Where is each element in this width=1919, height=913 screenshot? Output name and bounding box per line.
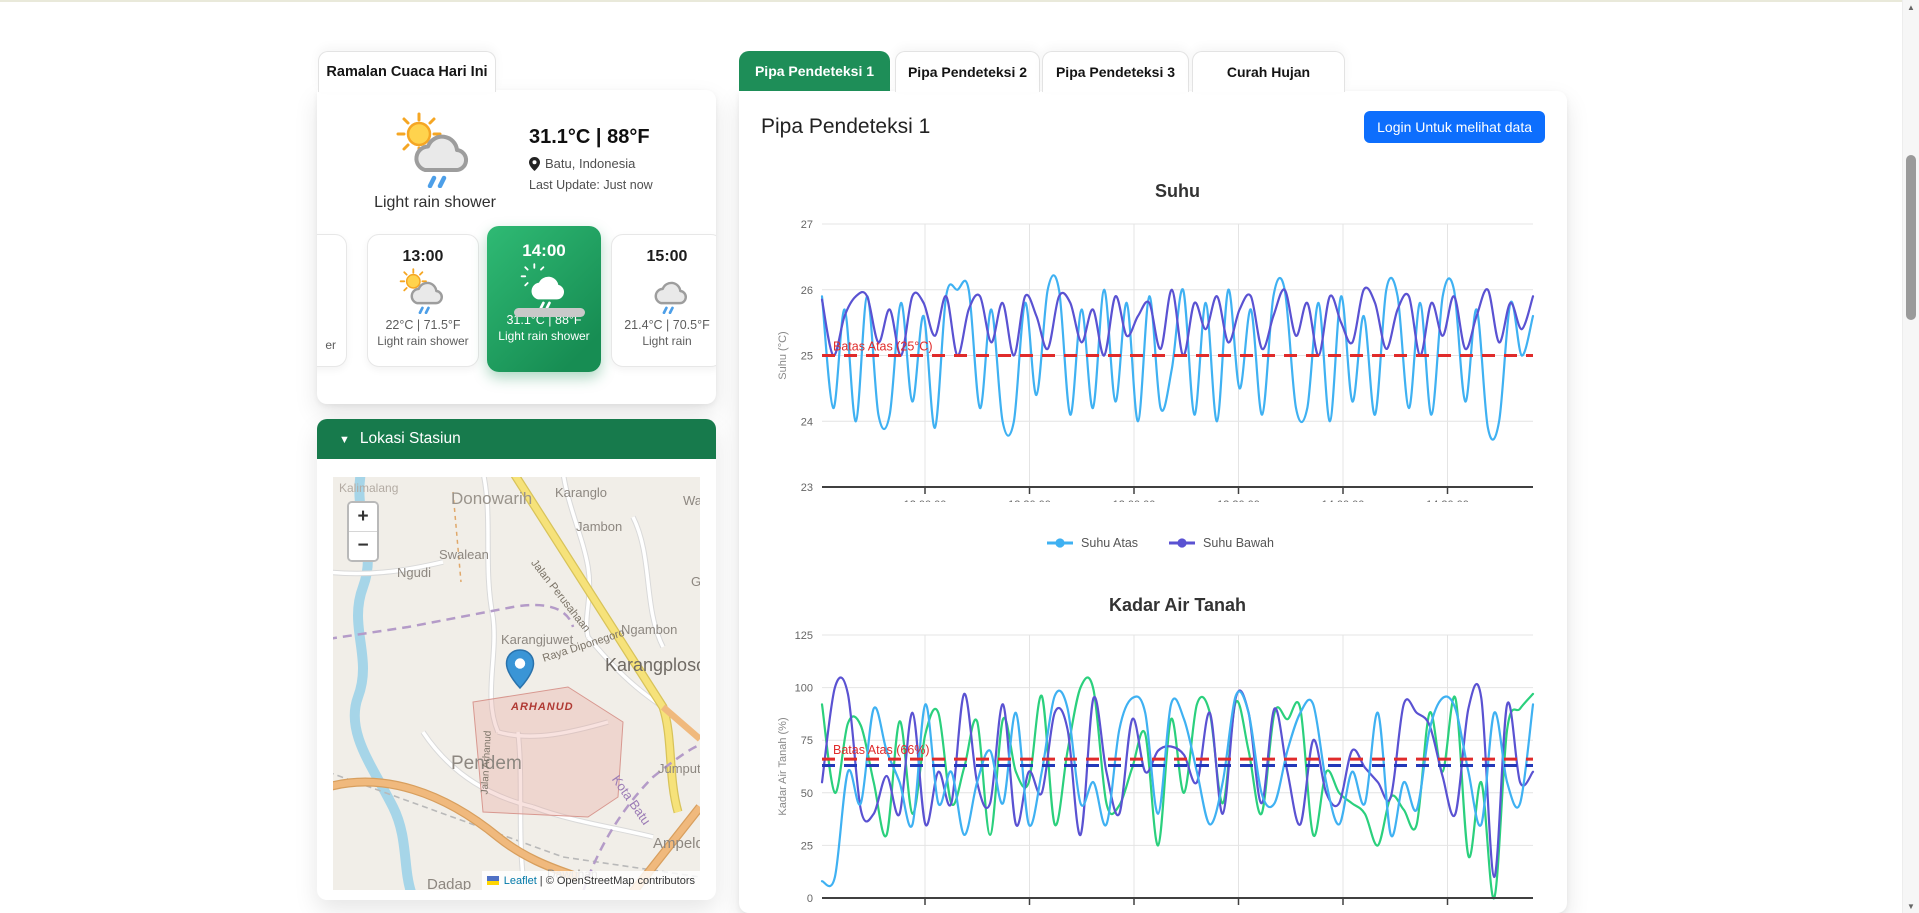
y-tick-label: 25 [801,840,813,852]
hourly-forecast-carousel[interactable]: er 13:00 [317,226,716,376]
last-update: Last Update: Just now [529,178,716,192]
tab-curah-hujan[interactable]: Curah Hujan [1192,51,1345,92]
map-marker[interactable] [505,649,535,689]
weather-card: Light rain shower 31.1°C | 88°F Batu, In… [317,90,716,404]
map-place-label: Kalimalang [339,481,398,495]
hour-card-13[interactable]: 13:00 22°C | 7 [367,234,479,367]
x-tick-label: 12:00:00 [904,499,947,502]
current-location: Batu, Indonesia [545,156,635,171]
hour-card-15[interactable]: 15:00 21.4°C | 70.5°F Light rain [611,234,716,367]
osm-link[interactable]: OpenStreetMap contributors [557,875,695,887]
y-tick-label: 0 [807,893,813,905]
x-tick-label: 13:00:00 [1113,499,1156,502]
login-button[interactable]: Login Untuk melihat data [1364,111,1545,143]
chevron-down-icon: ▼ [339,434,350,446]
hour-card-partial[interactable]: er [317,234,347,367]
y-tick-label: 50 [801,788,813,800]
current-condition: Light rain shower [317,194,553,212]
carousel-scrollbar[interactable] [514,308,585,317]
map-place-label: Karanglo [555,485,607,500]
map-zoom-control: + − [347,501,379,562]
legend-marker-icon [1168,537,1196,549]
threshold-label: Batas Atas (25°C) [833,340,933,354]
hour-time: 13:00 [368,248,478,266]
y-tick-label: 100 [795,683,813,695]
scrollbar-thumb[interactable] [1906,155,1916,320]
leaflet-link[interactable]: Leaflet [504,875,537,887]
hour-temp: 21.4°C | 70.5°F [612,318,716,332]
map-attribution: Leaflet | © OpenStreetMap contributors [482,871,700,890]
hour-condition: Light rain [612,334,716,348]
station-panel-title: Lokasi Stasiun [360,430,461,448]
attribution-separator: | © [540,875,554,887]
rain-shower-icon-white [487,263,601,311]
map-place-label: Ger [691,574,700,589]
y-tick-label: 75 [801,735,813,747]
legend-marker-icon [1046,537,1074,549]
x-tick-label: 13:30:00 [1217,499,1260,502]
tab-pipa-pendeteksi-3[interactable]: Pipa Pendeteksi 3 [1042,51,1189,92]
rain-shower-icon [368,268,478,316]
suhu-chart-legend: Suhu Atas Suhu Bawah [760,536,1560,550]
hour-condition: Light rain shower [487,329,601,343]
chart-line [822,275,1533,439]
rain-shower-icon [393,112,477,188]
current-weather: Light rain shower 31.1°C | 88°F Batu, In… [317,102,716,227]
ukraine-flag-icon [487,876,499,885]
map-place-label: ARHANUD [511,701,574,713]
y-tick-label: 125 [795,630,813,642]
y-tick-label: 23 [801,482,813,494]
zoom-out-button[interactable]: − [349,532,377,560]
tab-pipa-pendeteksi-2[interactable]: Pipa Pendeteksi 2 [895,51,1040,92]
y-axis-title: Kadar Air Tanah (%) [777,717,789,815]
hour-time: 14:00 [487,241,601,261]
current-temperature: 31.1°C | 88°F [529,126,709,149]
map-place-label: Karangploso [605,655,700,676]
y-tick-label: 24 [801,416,813,428]
tab-ramalan-cuaca[interactable]: Ramalan Cuaca Hari Ini [318,51,496,92]
x-tick-label: 14:30:00 [1426,499,1469,502]
map-place-label: Jumput [658,761,700,776]
chart-line [822,677,1533,877]
station-panel: ▼ Lokasi Stasiun [317,419,716,900]
dashboard-page: Ramalan Cuaca Hari Ini [0,0,1919,913]
map-place-label: Ngambon [621,622,677,637]
threshold-label: Batas Atas (66%) [833,743,930,757]
y-tick-label: 27 [801,219,813,231]
map-place-label: Karangjuwet [501,632,573,647]
map-place-label: Ngudi [397,565,431,580]
page-top-divider [0,0,1919,2]
station-panel-header[interactable]: ▼ Lokasi Stasiun [317,419,716,459]
location-pin-icon [529,157,540,171]
y-tick-label: 25 [801,351,813,363]
x-tick-label: 12:30:00 [1008,499,1051,502]
map-place-label: Ampeldent [653,835,700,852]
map-place-label: Swalean [439,547,489,562]
kadar-air-chart: 0 25 50 75 100 125 Batas Atas (66%) Kadar Air T… [760,583,1560,913]
map-place-label: Donowarih [451,489,532,509]
hour-time: 15:00 [612,248,716,266]
legend-item[interactable]: Suhu Bawah [1168,536,1274,550]
zoom-in-button[interactable]: + [349,503,377,532]
suhu-chart: 23 24 25 26 27 Batas Atas (25°C) 12:00:00 12:30… [760,168,1560,502]
hour-card-partial-text: er [325,338,336,352]
panel-title: Pipa Pendeteksi 1 [761,115,930,139]
tab-pipa-pendeteksi-1[interactable]: Pipa Pendeteksi 1 [739,51,890,91]
hour-temp: 22°C | 71.5°F [368,318,478,332]
y-axis-title: Suhu (°C) [777,331,789,379]
map-place-label: Jambon [576,519,622,534]
rain-cloud-icon [612,268,716,316]
map-place-label: Dadap [427,876,471,890]
vertical-scrollbar[interactable]: ▲ ▼ [1902,0,1919,913]
leaflet-map[interactable]: Kalimalang Donowarih Karanglo Watua Jambon Sw… [333,477,700,890]
scroll-down-arrow[interactable]: ▼ [1903,899,1919,913]
scroll-up-arrow[interactable]: ▲ [1903,0,1919,14]
legend-item[interactable]: Suhu Atas [1046,536,1138,550]
y-tick-label: 26 [801,285,813,297]
x-tick-label: 14:00:00 [1322,499,1365,502]
map-place-label: Watua [683,493,700,508]
hour-card-14-active[interactable]: 14:00 31.1°C | 88°F [487,226,601,372]
hour-condition: Light rain shower [368,334,478,348]
